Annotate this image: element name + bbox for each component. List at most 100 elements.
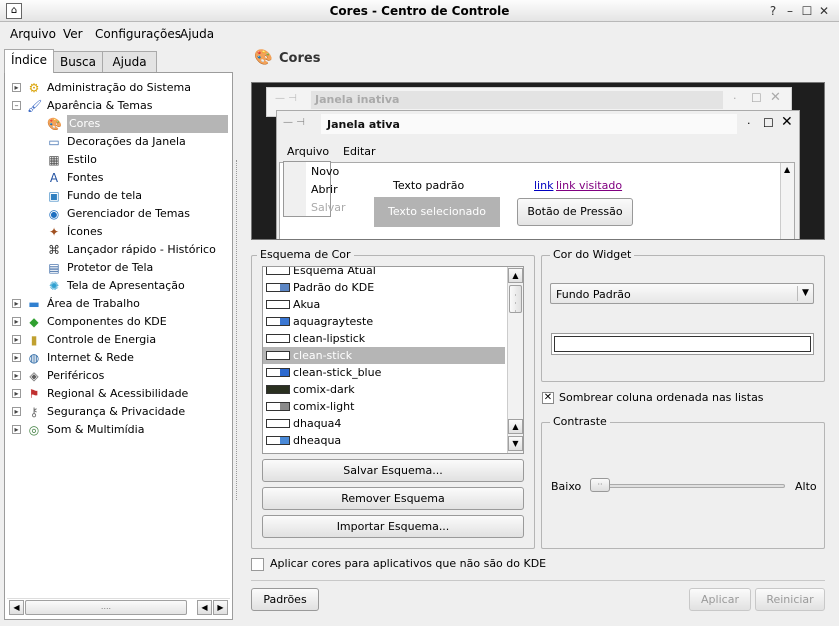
scheme-list-item[interactable]: clean-stick_blue xyxy=(263,364,505,381)
scroll-left-icon[interactable]: ◀ xyxy=(9,600,24,615)
scheme-list-item[interactable]: comix-dark xyxy=(263,381,505,398)
tree-category-item[interactable]: ▸ ◎ Som & Multimídia xyxy=(5,421,232,439)
tree-expand-icon[interactable]: ▸ xyxy=(12,299,21,308)
inactive-pin-icon: — ⊣ xyxy=(275,93,297,104)
tree-category-item[interactable]: ▸ ◆ Componentes do KDE xyxy=(5,313,232,331)
theme-manager-icon: ◉ xyxy=(48,207,60,221)
color-preview[interactable]: — ⊣ Janela inativa · ☐ ✕ — ⊣ Janela ativ… xyxy=(251,82,825,240)
maximize-icon[interactable]: ☐ xyxy=(799,3,815,19)
tree-category-item[interactable]: – 🖌 Aparência & Temas xyxy=(5,97,232,115)
scheme-list[interactable]: Esquema Atual Padrão do KDE Akua aquagrayte… xyxy=(262,266,524,454)
tree-expand-icon[interactable]: ▸ xyxy=(12,317,21,326)
tree-item-label: Protetor de Tela xyxy=(67,261,154,274)
scheme-scroll-thumb[interactable]: · · · xyxy=(509,285,522,316)
scheme-swatch xyxy=(266,351,290,360)
import-scheme-button[interactable]: Importar Esquema... xyxy=(262,515,524,538)
splitter-handle[interactable] xyxy=(236,160,238,500)
tree-child-item[interactable]: ▭ Decorações da Janela xyxy=(5,133,232,151)
tree-category-item[interactable]: ▸ ⚙ Administração do Sistema xyxy=(5,79,232,97)
preview-normal-text: Texto padrão xyxy=(393,179,465,192)
scheme-swatch xyxy=(266,283,290,292)
scheme-list-item[interactable]: clean-stick xyxy=(263,347,505,364)
tree-category-item[interactable]: ▸ ◍ Internet & Rede xyxy=(5,349,232,367)
tree-child-item[interactable]: ▤ Protetor de Tela xyxy=(5,259,232,277)
scheme-vscrollbar[interactable]: ▲ · · · ▲ ▼ xyxy=(507,267,523,453)
tree-expand-icon[interactable]: ▸ xyxy=(12,407,21,416)
scroll-up-icon[interactable]: ▲ xyxy=(508,268,523,283)
scheme-list-item[interactable]: clean-lipstick xyxy=(263,330,505,347)
widget-color-swatch-button[interactable] xyxy=(551,333,814,355)
tree-category-item[interactable]: ▸ ◈ Periféricos xyxy=(5,367,232,385)
tree-expand-icon[interactable]: ▸ xyxy=(12,389,21,398)
widget-color-select[interactable]: Fundo Padrão ▼ xyxy=(550,283,814,304)
tree-child-item[interactable]: ✺ Tela de Apresentação xyxy=(5,277,232,295)
scheme-name: comix-light xyxy=(293,400,355,413)
splash-icon: ✺ xyxy=(48,279,60,293)
tree-panel: ▸ ⚙ Administração do Sistema – 🖌 Aparência & … xyxy=(4,72,233,620)
scheme-list-item[interactable]: dhaqua4 xyxy=(263,415,505,432)
scheme-list-item[interactable]: Akua xyxy=(263,296,505,313)
help-icon[interactable]: ? xyxy=(765,3,781,19)
tree-expand-icon[interactable]: ▸ xyxy=(12,335,21,344)
desktop-icon: ▬ xyxy=(28,297,40,311)
scheme-list-item[interactable]: dheaqua xyxy=(263,432,505,449)
remove-scheme-button[interactable]: Remover Esquema xyxy=(262,487,524,510)
shade-sorted-checkbox[interactable]: ✕ xyxy=(542,392,554,404)
tree-hscrollbar[interactable]: ◀ .... ◀ ▶ xyxy=(7,598,230,615)
tree-item-label: Gerenciador de Temas xyxy=(67,207,190,220)
tab-index[interactable]: Índice xyxy=(4,49,54,73)
tree-category-item[interactable]: ▸ ▮ Controle de Energia xyxy=(5,331,232,349)
tree-child-item[interactable]: ✦ Ícones xyxy=(5,223,232,241)
reset-button[interactable]: Reiniciar xyxy=(755,588,825,611)
active-max-icon: ☐ xyxy=(763,116,774,130)
tree-child-item[interactable]: ▦ Estilo xyxy=(5,151,232,169)
tree-category-item[interactable]: ▸ ⚑ Regional & Acessibilidade xyxy=(5,385,232,403)
menu-view[interactable]: Ver xyxy=(63,27,83,41)
tab-help[interactable]: Ajuda xyxy=(102,51,157,73)
menu-settings[interactable]: Configurações xyxy=(95,27,181,41)
minimize-icon[interactable]: – xyxy=(782,3,798,19)
contrast-high-label: Alto xyxy=(795,480,817,493)
tree-child-item[interactable]: ◉ Gerenciador de Temas xyxy=(5,205,232,223)
apply-button[interactable]: Aplicar xyxy=(689,588,751,611)
scroll-down-icon[interactable]: ▼ xyxy=(508,436,523,451)
contrast-slider-thumb[interactable]: ·· xyxy=(590,478,610,492)
tree-child-item[interactable]: 🎨 Cores xyxy=(5,115,232,133)
scheme-name: Esquema Atual xyxy=(293,266,376,277)
tree-category-item[interactable]: ▸ ▬ Área de Trabalho xyxy=(5,295,232,313)
tree-expand-icon[interactable]: ▸ xyxy=(12,83,21,92)
scheme-list-item[interactable]: Esquema Atual xyxy=(263,266,505,279)
close-icon[interactable]: ✕ xyxy=(816,3,832,19)
scroll-up-icon-2[interactable]: ▲ xyxy=(508,419,523,434)
tree-expand-icon[interactable]: ▸ xyxy=(12,353,21,362)
scheme-list-item[interactable]: Padrão do KDE xyxy=(263,279,505,296)
tree-child-item[interactable]: A Fontes xyxy=(5,169,232,187)
inactive-min-icon: · xyxy=(733,92,737,105)
preview-scrollbar: ▲ xyxy=(780,163,794,239)
tree-expand-icon[interactable]: ▸ xyxy=(12,371,21,380)
tree-child-item[interactable]: ▣ Fundo de tela xyxy=(5,187,232,205)
contrast-slider-track[interactable] xyxy=(590,484,785,488)
scheme-list-item[interactable]: aquagrayteste xyxy=(263,313,505,330)
tab-search[interactable]: Busca xyxy=(53,51,103,73)
tree-expand-icon[interactable]: ▸ xyxy=(12,425,21,434)
chevron-down-icon[interactable]: ▼ xyxy=(797,286,813,301)
scheme-list-item[interactable]: comix-light xyxy=(263,398,505,415)
tree-category-item[interactable]: ▸ ⚷ Segurança & Privacidade xyxy=(5,403,232,421)
preview-selected-text: Texto selecionado xyxy=(374,197,500,227)
preview-menu-file: Arquivo xyxy=(287,145,330,158)
scheme-name: dhaqua4 xyxy=(293,417,342,430)
menu-help[interactable]: Ajuda xyxy=(180,27,214,41)
scroll-left-icon-2[interactable]: ◀ xyxy=(197,600,212,615)
save-scheme-button[interactable]: Salvar Esquema... xyxy=(262,459,524,482)
preview-menu-save: Salvar xyxy=(311,201,346,214)
tree-collapse-icon[interactable]: – xyxy=(12,101,21,110)
apply-non-kde-checkbox[interactable] xyxy=(251,558,264,571)
tree-child-item[interactable]: ⌘ Lançador rápido - Histórico xyxy=(5,241,232,259)
tree-item-label: Regional & Acessibilidade xyxy=(47,387,189,400)
scheme-swatch xyxy=(266,267,290,275)
menu-file[interactable]: Arquivo xyxy=(10,27,56,41)
scroll-right-icon[interactable]: ▶ xyxy=(213,600,228,615)
scroll-thumb[interactable]: .... xyxy=(25,600,187,615)
defaults-button[interactable]: Padrões xyxy=(251,588,319,611)
